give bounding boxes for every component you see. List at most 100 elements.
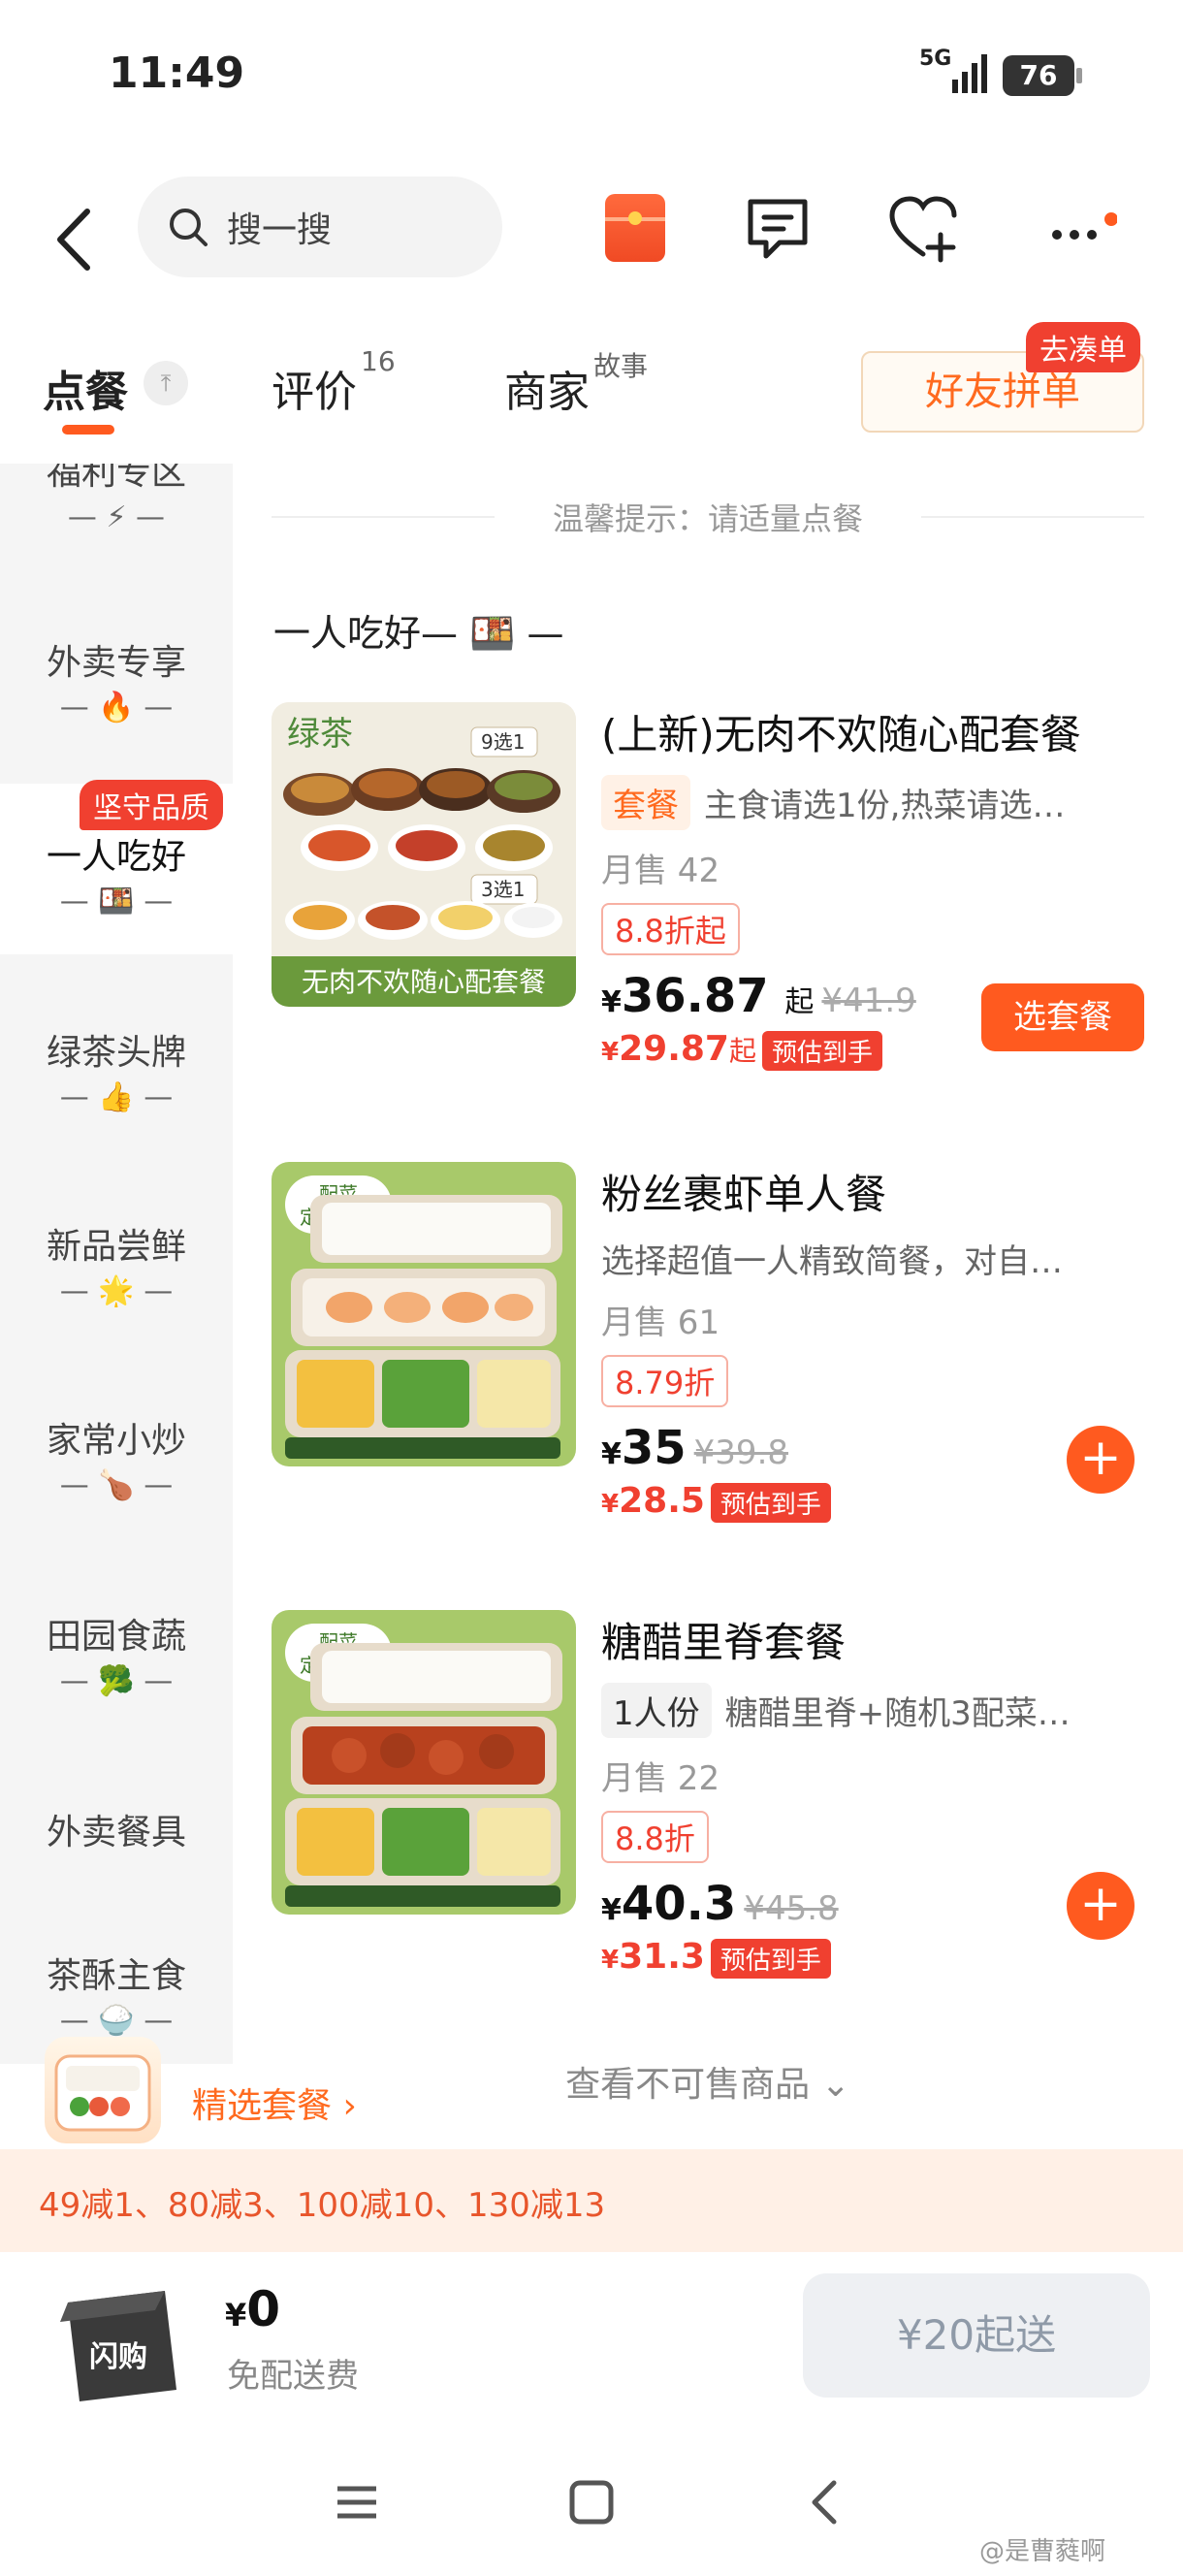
more-icon[interactable] xyxy=(1043,192,1117,266)
estimated-price: ¥28.5 预估到手 xyxy=(601,1481,1144,1523)
tab-active-indicator xyxy=(62,425,114,435)
coupon-text: 49减1、80减3、100减10、130减13 xyxy=(39,2186,606,2225)
estimate-badge: 预估到手 xyxy=(761,1030,882,1071)
sidebar-item-signature[interactable]: 绿茶头牌 — 👍 — xyxy=(0,1024,233,1114)
menu-item[interactable]: 配菜 定期调整 糖醋里脊套餐 1人份 糖醋里脊+随机3配菜… 月售 22 8.8… xyxy=(272,1610,1144,1998)
tab-order-label: 点餐 xyxy=(43,368,128,417)
category-sidebar: 福利专区 — ⚡ — 外卖专享 — 🔥 — 坚守品质 一人吃好 — 🍱 — 绿茶… xyxy=(0,464,233,2064)
item-desc: 选择超值一人精致简餐，对自… xyxy=(601,1242,1063,1281)
item-image[interactable]: 配菜 定期调整 xyxy=(272,1610,576,1915)
favorite-add-icon[interactable] xyxy=(886,192,960,266)
sidebar-item-label: 外卖专享 xyxy=(46,643,186,683)
svg-text:9选1: 9选1 xyxy=(481,730,525,754)
view-unavailable-label: 查看不可售商品 xyxy=(565,2065,811,2105)
sidebar-item-single-meal[interactable]: 坚守品质 一人吃好 — 🍱 — xyxy=(0,780,233,954)
tab-reviews-label: 评价 xyxy=(272,368,357,417)
sidebar-item-welfare[interactable]: 福利专区 — ⚡ — xyxy=(0,464,233,541)
sidebar-item-emoji: — 👍 — xyxy=(59,1080,174,1114)
red-packet-icon[interactable] xyxy=(605,194,665,262)
sidebar-item-label: 外卖餐具 xyxy=(46,1813,186,1852)
reviews-count: 16 xyxy=(361,345,396,377)
add-to-cart-button[interactable]: + xyxy=(1067,1426,1135,1494)
sidebar-item-emoji: — ⚡ — xyxy=(67,500,166,534)
select-set-button[interactable]: 选套餐 xyxy=(981,983,1144,1051)
item-title: 糖醋里脊套餐 xyxy=(601,1619,847,1666)
view-unavailable-link[interactable]: 查看不可售商品 ⌄ xyxy=(272,2056,1144,2107)
sidebar-item-label: 茶酥主食 xyxy=(46,1956,186,1996)
sidebar-item-label: 田园食蔬 xyxy=(46,1617,186,1657)
monthly-sales: 月售 61 xyxy=(601,1304,720,1342)
message-icon[interactable] xyxy=(741,192,815,266)
sidebar-item-tableware[interactable]: 外卖餐具 xyxy=(0,1804,233,1854)
item-image[interactable]: 绿茶 9选1 3选1 无肉不欢随心配套餐 xyxy=(272,702,576,1007)
food-box-image: 配菜 定期调整 xyxy=(272,1162,576,1466)
featured-set-promo[interactable]: 精选套餐 › xyxy=(29,2037,398,2145)
estimated-price: ¥31.3 预估到手 xyxy=(601,1937,1144,1979)
sidebar-item-label: 新品尝鲜 xyxy=(46,1227,186,1267)
network-label: 5G xyxy=(919,47,952,71)
section-title: 一人吃好— 🍱 — xyxy=(273,612,564,655)
original-price: ¥45.8 xyxy=(744,1889,839,1928)
tab-reviews[interactable]: 评价16 xyxy=(272,345,396,419)
monthly-sales: 月售 22 xyxy=(601,1759,720,1798)
sidebar-item-delivery[interactable]: 外卖专享 — 🔥 — xyxy=(0,634,233,724)
pin-top-icon[interactable]: ⤒ xyxy=(144,361,188,405)
sidebar-item-emoji: — 🍱 — xyxy=(59,885,174,918)
add-to-cart-button[interactable]: + xyxy=(1067,1872,1135,1940)
featured-set-label: 精选套餐 › xyxy=(192,2086,357,2126)
delivery-fee: 免配送费 xyxy=(227,2357,359,2396)
sidebar-item-new[interactable]: 新品尝鲜 — 🌟 — xyxy=(0,1218,233,1308)
group-order-badge: 去凑单 xyxy=(1026,322,1140,372)
shopping-bag-icon[interactable]: 闪购 xyxy=(39,2273,194,2409)
discount-badge: 8.79折 xyxy=(601,1355,729,1407)
item-image[interactable]: 配菜 定期调整 xyxy=(272,1162,576,1466)
item-price: ¥35 ¥39.8 xyxy=(601,1421,789,1475)
item-desc: 糖醋里脊+随机3配菜… xyxy=(724,1694,1071,1733)
brand-logo: 绿茶 xyxy=(287,715,353,754)
status-bar: 11:49 5G 76 xyxy=(0,0,1183,145)
tab-merchant[interactable]: 商家故事 xyxy=(504,350,648,419)
sidebar-item-home-style[interactable]: 家常小炒 — 🍗 — xyxy=(0,1412,233,1502)
bento-icon xyxy=(45,2037,161,2143)
item-title: (上新)无肉不欢随心配套餐 xyxy=(601,711,1081,758)
sidebar-item-emoji: — 🍚 — xyxy=(59,2004,174,2038)
sidebar-item-label: 一人吃好 xyxy=(46,837,186,877)
coupon-bar[interactable]: 49减1、80减3、100减10、130减13 xyxy=(0,2149,1183,2252)
search-placeholder: 搜一搜 xyxy=(227,210,333,250)
merchant-story-label: 故事 xyxy=(593,350,649,382)
signal-icon xyxy=(952,54,987,93)
sidebar-item-emoji: — 🔥 — xyxy=(59,691,174,724)
sidebar-item-label: 家常小炒 xyxy=(46,1421,186,1461)
search-input[interactable]: 搜一搜 xyxy=(138,177,502,277)
menu-icon[interactable] xyxy=(328,2473,386,2531)
discount-badge: 8.8折起 xyxy=(601,903,740,955)
sidebar-item-staples[interactable]: 茶酥主食 — 🍚 — xyxy=(0,1948,233,2038)
tab-bar: 点餐 ⤒ 评价16 商家故事 好友拼单 去凑单 xyxy=(0,322,1183,446)
chevron-down-icon: ⌄ xyxy=(820,2065,850,2105)
menu-item[interactable]: 绿茶 9选1 3选1 无肉不欢随心配套餐 (上新)无肉不欢随心配套餐 套餐 主食… xyxy=(272,702,1144,1090)
estimate-badge: 预估到手 xyxy=(710,1482,831,1523)
item-desc: 主食请选1份,热菜请选… xyxy=(704,787,1066,825)
sidebar-item-vegetables[interactable]: 田园食蔬 — 🥦 — xyxy=(0,1608,233,1698)
monthly-sales: 月售 42 xyxy=(601,852,720,890)
food-box-image: 配菜 定期调整 xyxy=(272,1610,576,1915)
watermark: @是曹蕤啊 xyxy=(979,2537,1106,2566)
back-nav-icon[interactable] xyxy=(797,2473,855,2531)
min-order-button[interactable]: ¥20起送 xyxy=(803,2273,1150,2398)
sidebar-item-emoji: — 🌟 — xyxy=(59,1274,174,1308)
original-price: ¥41.9 xyxy=(821,982,916,1020)
tab-merchant-label: 商家 xyxy=(504,368,590,417)
item-title: 粉丝裹虾单人餐 xyxy=(601,1171,887,1218)
cart-total: ¥0 xyxy=(225,2281,281,2337)
menu-item[interactable]: 配菜 定期调整 粉丝裹虾单人餐 选择超值一人精致简餐，对自… 月售 61 8.7… xyxy=(272,1162,1144,1550)
sidebar-badge: 坚守品质 xyxy=(80,780,223,830)
svg-text:闪购: 闪购 xyxy=(89,2340,147,2374)
tab-order[interactable]: 点餐 xyxy=(43,357,128,419)
battery-icon: 76 xyxy=(1003,55,1082,96)
item-tag: 1人份 xyxy=(601,1683,712,1738)
back-icon[interactable] xyxy=(50,206,97,274)
food-collage-image: 绿茶 9选1 3选1 无肉不欢随心配套餐 xyxy=(272,702,576,1007)
home-icon[interactable] xyxy=(562,2473,621,2531)
hint-text: 温馨提示：请适量点餐 xyxy=(272,495,1144,539)
sidebar-item-emoji: — 🍗 — xyxy=(59,1468,174,1502)
